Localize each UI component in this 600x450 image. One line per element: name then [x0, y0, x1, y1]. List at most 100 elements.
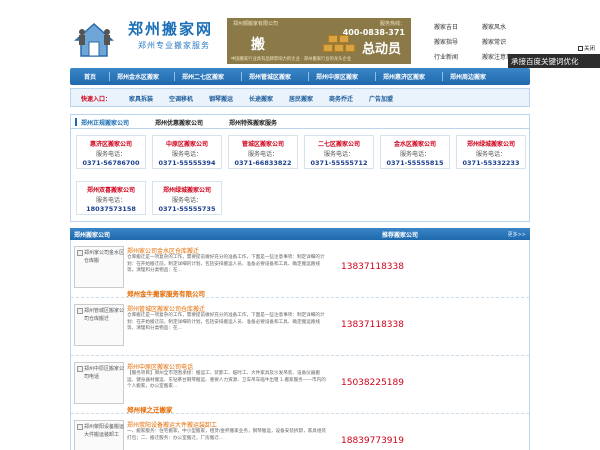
list-item: 郑州荥阳设备搬运大件搬运装卸工 郑州荥阳设备搬运大件搬运装卸工 一、搬家服务：住… [71, 414, 529, 450]
top-link-tips[interactable]: 搬家常识 [482, 37, 506, 46]
nav-erqi[interactable]: 郑州二七区搬家 [182, 72, 224, 81]
company-phone: 0371-56786700 [82, 159, 140, 167]
company-card[interactable]: 郑州双喜搬家公司 服务电话： 18037573158 [76, 181, 146, 215]
company-card[interactable]: 管城区搬家公司 服务电话： 0371-66833822 [228, 135, 298, 169]
item-phone: 13837118338 [341, 320, 404, 330]
company-name: 郑州绿城搬家公司 [466, 141, 515, 148]
banner-move-text: 搬 [251, 37, 265, 53]
company-card[interactable]: 二七区搬家公司 服务电话： 0371-55555712 [304, 135, 374, 169]
company-phone-label: 服务电话： [171, 151, 202, 158]
tab-discount[interactable]: 郑州优惠搬家公司 [155, 118, 203, 127]
company-card[interactable]: 金水区搬家公司 服务电话： 0371-55555815 [380, 135, 450, 169]
tab-regular[interactable]: 郑州正规搬家公司 [81, 118, 129, 127]
quick-franchise[interactable]: 广告加盟 [369, 94, 393, 103]
company-card[interactable]: 郑州绿城搬家公司 服务电话： 0371-55332233 [456, 135, 526, 169]
listing-header: 郑州搬家公司 推荐搬家公司 更多>> [70, 228, 530, 240]
list-item: 郑州中原区搬家公司电话 郑州中原区搬家公司电话 【服务项目】郑州全市范围承接：搬… [71, 356, 529, 414]
item-title[interactable]: 郑州荥阳设备搬运大件搬运装卸工 [127, 420, 217, 429]
item-description: 一、搬家服务：住宅搬家，中小型搬家，租赁/金杯搬家业务，钢琴搬运，设备安装拆卸，… [127, 429, 327, 441]
company-name: 惠济区搬家公司 [89, 141, 132, 148]
listing-title: 郑州搬家公司 [74, 232, 111, 239]
banner-slogan: 总动员 [361, 42, 401, 57]
overlay-ad-banner[interactable]: 承接百度关键词优化 [508, 54, 600, 68]
item-description: 仓库搬迁是一项复杂的工作，需要提前做好充分的准备工作，下面是一些注意事项：制定详… [127, 255, 325, 273]
nav-divider [308, 72, 309, 81]
company-name: 郑州双喜搬家公司 [86, 187, 135, 194]
item-description: 【服务项目】郑州全市范围承接：搬运工、装卸工、临时工、大件家具及沙发吊装、设备仪… [127, 371, 326, 389]
company-phone-label: 服务电话： [247, 151, 278, 158]
banner-footer-text: 中国搬家行业具有品牌影响力的企业 · 郑州搬家行业的龙头企业 [231, 57, 352, 62]
broken-image-icon [77, 250, 83, 256]
quick-entry-bar: 快速入口： 家具拆装 空调移机 钢琴搬运 长途搬家 居民搬家 商务乔迁 广告加盟 [70, 88, 530, 107]
nav-huiji[interactable]: 郑州惠济区搬家 [383, 72, 425, 81]
top-link-guide[interactable]: 搬家指导 [434, 37, 458, 46]
ad-banner[interactable]: 郑州顺搬家有限公司 服务热线： 400-0838-371 搬 总动员 中国搬家行… [227, 18, 411, 64]
item-phone: 13837118338 [341, 262, 404, 272]
company-phone-label: 服务电话： [475, 151, 506, 158]
banner-hotline-label: 服务热线： [379, 21, 405, 27]
company-phone-label: 服务电话： [171, 197, 202, 204]
quick-ac[interactable]: 空调移机 [169, 94, 193, 103]
overlay-close-button[interactable]: 关闭 [578, 44, 600, 54]
main-nav: 首页 郑州金水区搬家 郑州二七区搬家 郑州管城区搬家 郑州中原区搬家 郑州惠济区… [70, 68, 530, 85]
companies-panel: 郑州正规搬家公司 郑州优惠搬家公司 郑州特殊搬家服务 惠济区搬家公司 服务电话：… [70, 114, 530, 222]
company-name: 金水区搬家公司 [393, 141, 436, 148]
company-name: 郑州绿城搬家公司 [162, 187, 211, 194]
recommended-title: 推荐搬家公司 [382, 232, 419, 239]
list-item: 郑州家公司金水区仓库搬 郑州家公司金水区仓库搬迁 仓库搬迁是一项复杂的工作，需要… [71, 240, 529, 298]
company-name: 二七区搬家公司 [317, 141, 360, 148]
item-thumbnail[interactable]: 郑州家公司金水区仓库搬 [74, 246, 124, 288]
nav-divider [442, 72, 443, 81]
item-company[interactable]: 郑州金牛搬家服务有限公司 [127, 288, 205, 298]
company-phone: 0371-66833822 [234, 159, 292, 167]
quick-residential[interactable]: 居民搬家 [289, 94, 313, 103]
item-title[interactable]: 郑州家公司金水区仓库搬迁 [127, 246, 199, 255]
header: 郑州搬家网 郑州专业搬家服务 郑州顺搬家有限公司 服务热线： 400-0838-… [70, 0, 530, 68]
nav-jinshui[interactable]: 郑州金水区搬家 [117, 72, 159, 81]
top-link-news[interactable]: 行业新闻 [434, 52, 458, 61]
tab-special[interactable]: 郑州特殊搬家服务 [229, 118, 277, 127]
thumbnail-alt-text: 郑州管城区搬家公司仓库搬迁 [84, 308, 125, 322]
item-thumbnail[interactable]: 郑州荥阳设备搬运大件搬运装卸工 [74, 420, 124, 450]
nav-home[interactable]: 首页 [84, 72, 96, 81]
company-phone-label: 服务电话： [323, 151, 354, 158]
nav-surrounding[interactable]: 郑州周边搬家 [450, 72, 486, 81]
site-logo[interactable]: 郑州搬家网 郑州专业搬家服务 [72, 14, 222, 62]
top-link-lucky-day[interactable]: 搬家吉日 [434, 22, 458, 31]
company-phone-label: 服务电话： [95, 197, 126, 204]
house-logo-icon [74, 22, 114, 57]
company-tabs: 郑州正规搬家公司 郑州优惠搬家公司 郑州特殊搬家服务 [71, 115, 529, 129]
company-name: 中原区搬家公司 [165, 141, 208, 148]
item-thumbnail[interactable]: 郑州管城区搬家公司仓库搬迁 [74, 304, 124, 346]
tab-marker [75, 118, 77, 126]
item-phone: 18839773919 [341, 436, 404, 446]
broken-image-icon [77, 424, 83, 430]
thumbnail-alt-text: 郑州荥阳设备搬运大件搬运装卸工 [84, 424, 125, 438]
quick-business[interactable]: 商务乔迁 [329, 94, 353, 103]
more-link[interactable]: 更多>> [508, 231, 526, 238]
top-link-fengshui[interactable]: 搬家风水 [482, 22, 506, 31]
logo-subtitle: 郑州专业搬家服务 [138, 41, 210, 50]
item-thumbnail[interactable]: 郑州中原区搬家公司电话 [74, 362, 124, 404]
broken-image-icon [77, 308, 83, 314]
quick-furniture[interactable]: 家具拆装 [129, 94, 153, 103]
banner-company: 郑州顺搬家有限公司 [233, 21, 279, 27]
company-card[interactable]: 惠济区搬家公司 服务电话： 0371-56786700 [76, 135, 146, 169]
thumbnail-alt-text: 郑州中原区搬家公司电话 [84, 366, 125, 380]
quick-piano[interactable]: 钢琴搬运 [209, 94, 233, 103]
company-card[interactable]: 郑州绿城搬家公司 服务电话： 0371-55555735 [152, 181, 222, 215]
close-icon [578, 46, 583, 51]
company-name: 管城区搬家公司 [241, 141, 284, 148]
item-title[interactable]: 郑州中原区搬家公司电话 [127, 362, 193, 371]
company-phone: 18037573158 [86, 205, 136, 213]
nav-divider [109, 72, 110, 81]
item-company[interactable]: 郑州禄之迁搬家 [127, 404, 173, 414]
nav-divider [174, 72, 175, 81]
nav-zhongyuan[interactable]: 郑州中原区搬家 [316, 72, 358, 81]
company-phone: 0371-55555712 [310, 159, 368, 167]
company-card[interactable]: 中原区搬家公司 服务电话： 0371-55555394 [152, 135, 222, 169]
item-title[interactable]: 郑州管城区搬家公司仓库搬迁 [127, 304, 205, 313]
nav-guancheng[interactable]: 郑州管城区搬家 [249, 72, 291, 81]
quick-long-distance[interactable]: 长途搬家 [249, 94, 273, 103]
thumbnail-alt-text: 郑州家公司金水区仓库搬 [84, 250, 125, 264]
